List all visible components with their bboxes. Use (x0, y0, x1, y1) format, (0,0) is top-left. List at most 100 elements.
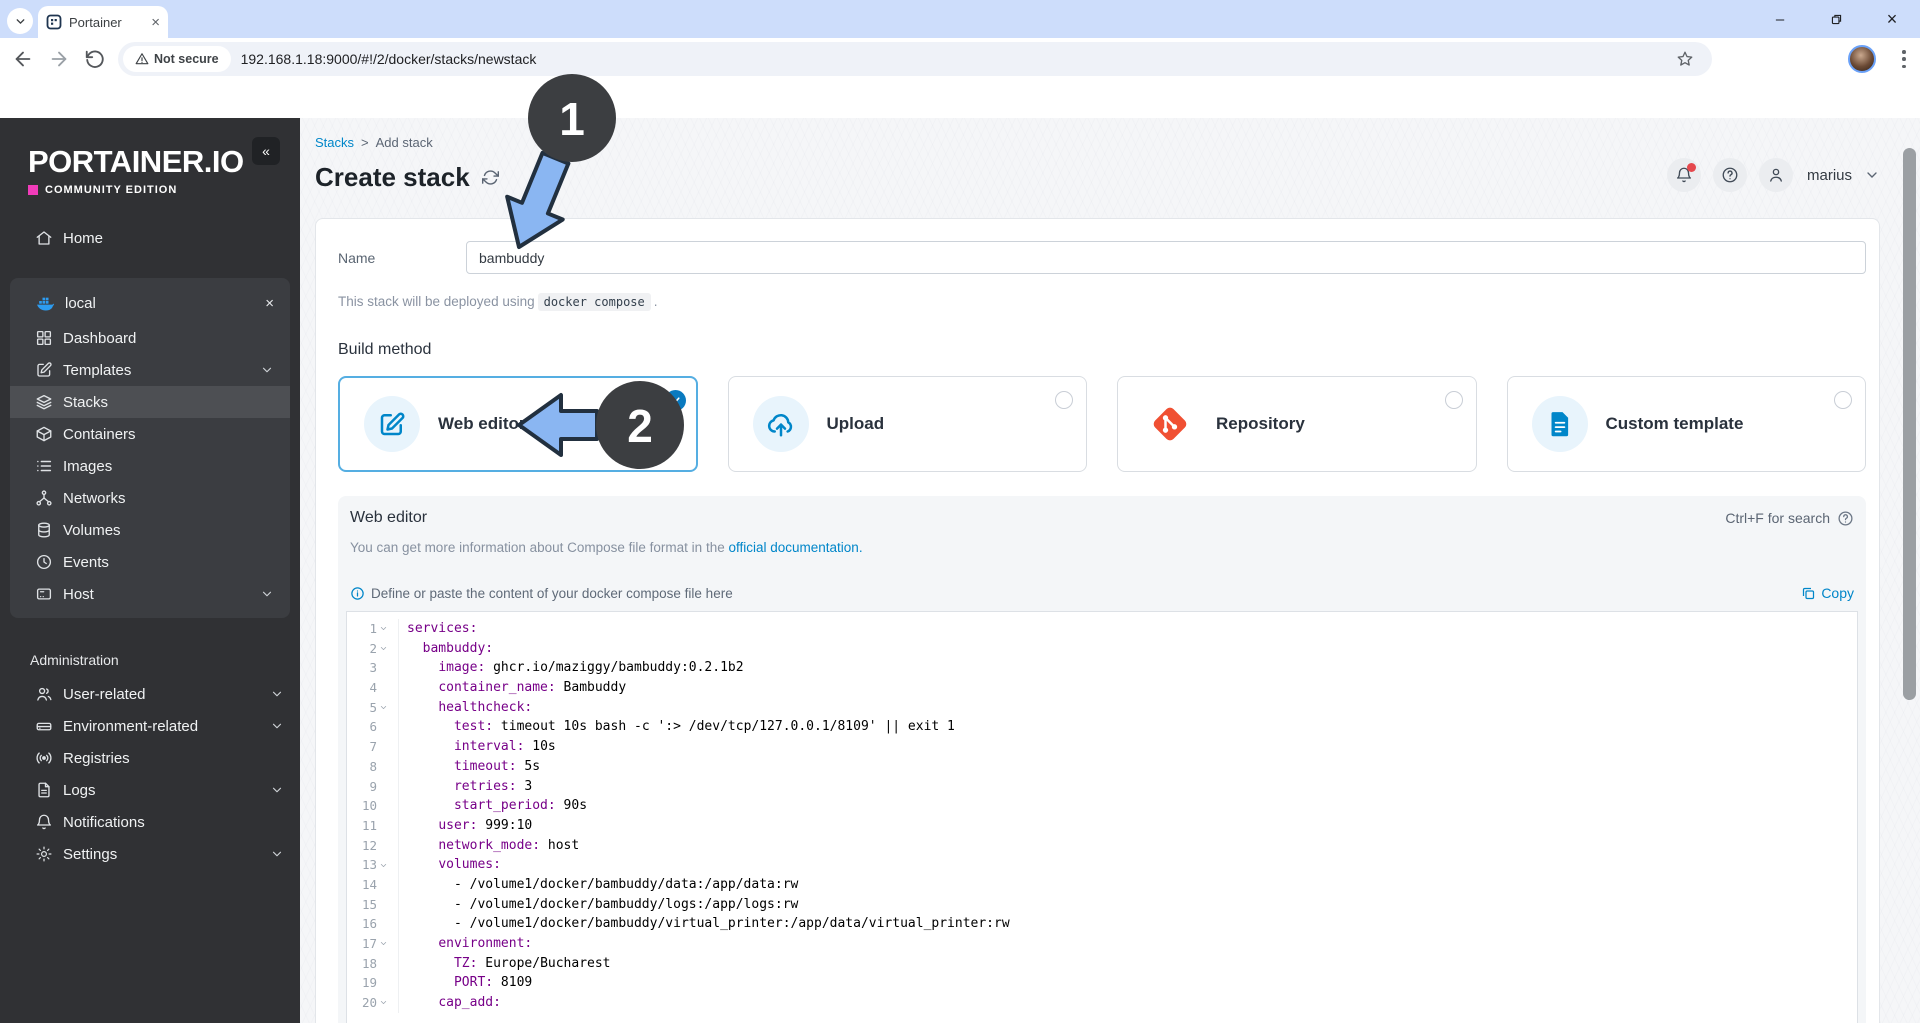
build-method-custom-template[interactable]: Custom template (1506, 376, 1866, 472)
help-circle-icon[interactable] (1837, 510, 1854, 527)
fold-chevron-icon[interactable] (379, 639, 395, 659)
compose-code-editor[interactable]: 1 services: 2 bambuddy: 3 image: ghcr.io/ma… (346, 611, 1858, 1023)
sidebar-item-label: Events (63, 553, 109, 571)
upload-icon (752, 396, 809, 452)
code-line: 15 - /volume1/docker/bambuddy/logs:/app/… (347, 894, 1857, 915)
code-text: test: timeout 10s bash -c ':> /dev/tcp/1… (453, 719, 955, 735)
sidebar-item-user-related[interactable]: User-related (0, 678, 300, 710)
code-gutter: 4 (347, 678, 399, 698)
stacks-icon (35, 393, 53, 411)
window-minimize-button[interactable]: – (1752, 0, 1808, 38)
code-gutter: 13 (347, 855, 399, 875)
code-line: 17 environment: (347, 934, 1857, 954)
define-hint: Define or paste the content of your dock… (350, 586, 733, 601)
forward-button[interactable] (48, 48, 70, 70)
sidebar-item-images[interactable]: Images (10, 450, 290, 482)
fold-chevron-icon[interactable] (379, 993, 395, 1013)
code-text: PORT: 8109 (453, 975, 533, 991)
browser-tab[interactable]: Portainer × (38, 6, 168, 38)
sidebar-item-label: Logs (63, 781, 96, 799)
sidebar-item-templates[interactable]: Templates (10, 354, 290, 386)
code-line: 12 network_mode: host (347, 835, 1857, 856)
page-scrollbar-thumb[interactable] (1903, 148, 1916, 700)
sidebar-item-registries[interactable]: Registries (0, 742, 300, 774)
chevron-down-icon[interactable] (260, 363, 274, 377)
sidebar-item-networks[interactable]: Networks (10, 482, 290, 514)
environment-close-icon[interactable]: × (265, 295, 274, 312)
breadcrumb-stacks-link[interactable]: Stacks (315, 135, 354, 150)
build-method-label: Web editor (438, 414, 526, 433)
chevron-down-icon[interactable] (1864, 167, 1880, 183)
chevron-down-icon[interactable] (270, 687, 284, 701)
help-button[interactable] (1712, 158, 1747, 192)
not-secure-badge[interactable]: Not secure (123, 46, 231, 72)
browser-profile-avatar[interactable] (1848, 45, 1876, 73)
bookmark-star-icon[interactable] (1676, 50, 1694, 68)
sidebar-item-home[interactable]: Home (0, 222, 300, 254)
tab-close-icon[interactable]: × (151, 15, 160, 30)
stack-name-input[interactable] (466, 241, 1866, 274)
sidebar-environment-local[interactable]: local × (10, 284, 290, 322)
code-gutter: 3 (347, 658, 399, 679)
radio-circle[interactable] (1055, 391, 1073, 409)
templates-icon (35, 361, 53, 379)
fold-chevron-icon[interactable] (379, 698, 395, 718)
build-method-web-editor[interactable]: Web editor (338, 376, 698, 472)
notification-badge (1686, 163, 1696, 172)
sidebar-item-host[interactable]: Host (10, 578, 290, 610)
build-method-upload[interactable]: Upload (727, 376, 1087, 472)
chevron-down-icon[interactable] (270, 719, 284, 733)
url-bar[interactable]: Not secure 192.168.1.18:9000/#!/2/docker… (118, 42, 1712, 76)
sidebar-item-volumes[interactable]: Volumes (10, 514, 290, 546)
chevron-down-icon[interactable] (270, 783, 284, 797)
code-gutter: 16 (347, 914, 399, 934)
code-gutter: 17 (347, 934, 399, 954)
code-line: 19 PORT: 8109 (347, 973, 1857, 994)
sidebar-item-stacks[interactable]: Stacks (10, 386, 290, 418)
build-method-repository[interactable]: Repository (1117, 376, 1477, 472)
sidebar-item-logs[interactable]: Logs (0, 774, 300, 806)
sidebar-item-label: Dashboard (63, 329, 137, 347)
radio-circle[interactable] (1834, 391, 1852, 409)
line-number: 8 (369, 758, 377, 774)
notifications-bell-button[interactable] (1666, 158, 1701, 192)
back-button[interactable] (12, 48, 34, 70)
code-gutter: 19 (347, 973, 399, 994)
yaml-key: interval: (453, 739, 525, 755)
reload-button[interactable] (84, 48, 106, 70)
yaml-key: container_name: (438, 680, 556, 696)
yaml-key: environment: (438, 936, 533, 951)
user-avatar-button[interactable] (1758, 158, 1793, 192)
tab-search-button[interactable] (7, 8, 33, 34)
code-gutter: 2 (347, 638, 399, 659)
sidebar-item-events[interactable]: Events (10, 546, 290, 578)
yaml-key: test: (453, 719, 494, 735)
radio-circle[interactable] (1444, 391, 1463, 409)
fold-chevron-icon[interactable] (379, 855, 395, 875)
official-documentation-link[interactable]: official documentation. (728, 540, 862, 555)
sidebar-item-dashboard[interactable]: Dashboard (10, 322, 290, 354)
window-restore-button[interactable] (1808, 0, 1864, 38)
administration-section-label: Administration (30, 652, 119, 668)
chevron-down-icon[interactable] (260, 587, 274, 601)
sidebar-item-notifications[interactable]: Notifications (0, 806, 300, 838)
sidebar-item-containers[interactable]: Containers (10, 418, 290, 450)
sidebar-collapse-button[interactable]: « (252, 137, 280, 165)
containers-icon (35, 425, 53, 443)
sidebar-item-environment-related[interactable]: Environment-related (0, 710, 300, 742)
yaml-key: image: (438, 660, 486, 676)
copy-button[interactable]: Copy (1801, 585, 1854, 601)
browser-menu-icon[interactable] (1902, 47, 1906, 71)
portainer-favicon-icon (46, 14, 62, 30)
fold-chevron-icon[interactable] (379, 619, 395, 639)
chevron-down-icon[interactable] (270, 847, 284, 861)
sidebar-item-settings[interactable]: Settings (0, 838, 300, 870)
not-secure-label: Not secure (154, 52, 219, 66)
refresh-icon[interactable] (481, 169, 499, 186)
window-close-button[interactable]: × (1864, 0, 1920, 38)
fold-chevron-icon[interactable] (379, 934, 395, 954)
